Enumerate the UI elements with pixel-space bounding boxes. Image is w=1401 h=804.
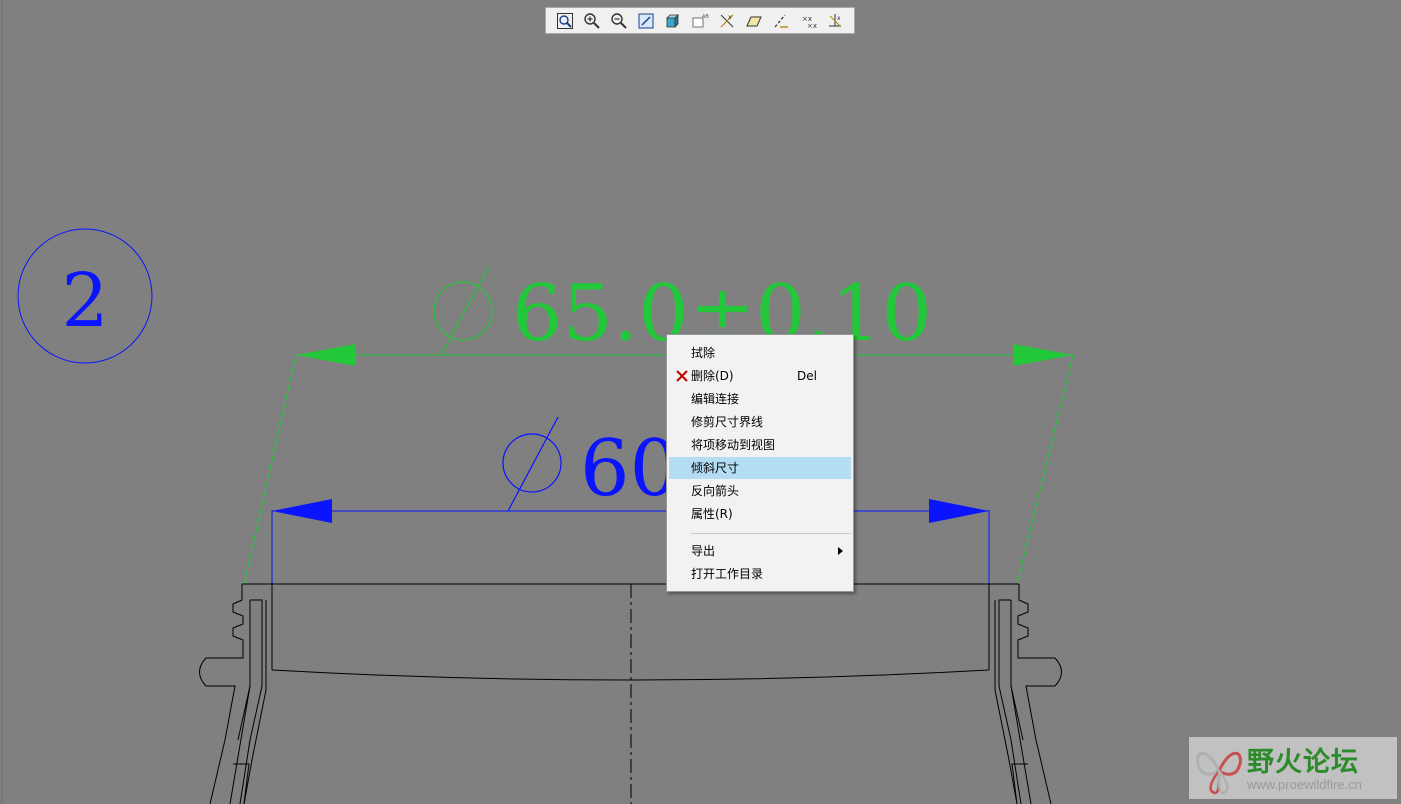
- csys-display-icon: x: [828, 13, 841, 26]
- display-style-button[interactable]: [660, 9, 685, 32]
- display-style-icon: [665, 13, 679, 28]
- menu-item-trim-witness-lines[interactable]: 修剪尺寸界线: [669, 411, 851, 433]
- menu-item-oblique-dimension[interactable]: 倾斜尺寸: [669, 457, 851, 479]
- plane-display-button[interactable]: [741, 9, 766, 32]
- point-display-icon: ×x×x: [802, 15, 817, 30]
- saved-views-icon: AB: [692, 14, 709, 27]
- axis-display-button[interactable]: [768, 9, 793, 32]
- submenu-arrow-icon: [838, 547, 843, 555]
- saved-views-button[interactable]: AB: [687, 9, 712, 32]
- menu-item-label: 拭除: [691, 346, 716, 360]
- repaint-button[interactable]: [633, 9, 658, 32]
- csys-display-button[interactable]: x: [822, 9, 847, 32]
- balloon-label: 2: [61, 258, 108, 344]
- refit-button[interactable]: [552, 9, 577, 32]
- menu-item-label: 修剪尺寸界线: [691, 415, 764, 429]
- zoom-fit-icon: [556, 12, 573, 29]
- menu-item-export[interactable]: 导出: [669, 540, 851, 562]
- menu-item-label: 倾斜尺寸: [691, 461, 740, 475]
- menu-item-shortcut: Del: [797, 369, 817, 383]
- zoom-in-icon: [583, 12, 600, 29]
- view-toolbar: AB x ×x ×x x: [545, 7, 855, 34]
- menu-item-edit-attachment[interactable]: 编辑连接: [669, 388, 851, 410]
- plane-display-icon: [745, 16, 762, 26]
- menu-item-delete[interactable]: 删除(D) Del: [669, 365, 851, 387]
- menu-item-label: 将项移动到视图: [691, 438, 776, 452]
- zoom-in-button[interactable]: [579, 9, 604, 32]
- context-menu: 拭除 删除(D) Del 编辑连接 修剪尺寸界线 将项移动到视图 倾斜尺寸 反向…: [666, 334, 854, 592]
- delete-x-icon: [676, 370, 688, 382]
- forum-watermark: 野火论坛 www.proewildfire.cn: [1189, 737, 1397, 799]
- menu-item-label: 导出: [691, 544, 716, 558]
- point-display-button[interactable]: ×x ×x: [795, 9, 820, 32]
- menu-item-label: 编辑连接: [691, 392, 740, 406]
- svg-text:x: x: [837, 15, 841, 22]
- menu-separator: [691, 533, 851, 534]
- repaint-icon: [638, 13, 653, 28]
- menu-item-label: 反向箭头: [691, 484, 740, 498]
- datum-display-button[interactable]: x: [714, 9, 739, 32]
- menu-item-move-to-view[interactable]: 将项移动到视图: [669, 434, 851, 456]
- butterfly-logo-icon: [1196, 751, 1242, 795]
- menu-item-label: 属性(R): [691, 507, 733, 521]
- datum-display-icon: x: [720, 14, 733, 27]
- menu-item-properties[interactable]: 属性(R): [669, 503, 851, 525]
- svg-text:x: x: [728, 14, 732, 21]
- svg-text:×x: ×x: [807, 22, 817, 30]
- axis-display-icon: [774, 14, 788, 28]
- menu-item-label: 打开工作目录: [691, 567, 764, 581]
- watermark-url: www.proewildfire.cn: [1247, 777, 1362, 792]
- menu-item-label: 删除(D): [691, 369, 734, 383]
- watermark-title: 野火论坛: [1247, 747, 1359, 778]
- menu-item-erase[interactable]: 拭除: [669, 342, 851, 364]
- menu-item-open-working-dir[interactable]: 打开工作目录: [669, 563, 851, 585]
- zoom-out-button[interactable]: [606, 9, 631, 32]
- dim-inner-text: 60: [580, 424, 679, 514]
- zoom-out-icon: [610, 12, 627, 29]
- svg-text:AB: AB: [702, 14, 709, 20]
- menu-item-flip-arrows[interactable]: 反向箭头: [669, 480, 851, 502]
